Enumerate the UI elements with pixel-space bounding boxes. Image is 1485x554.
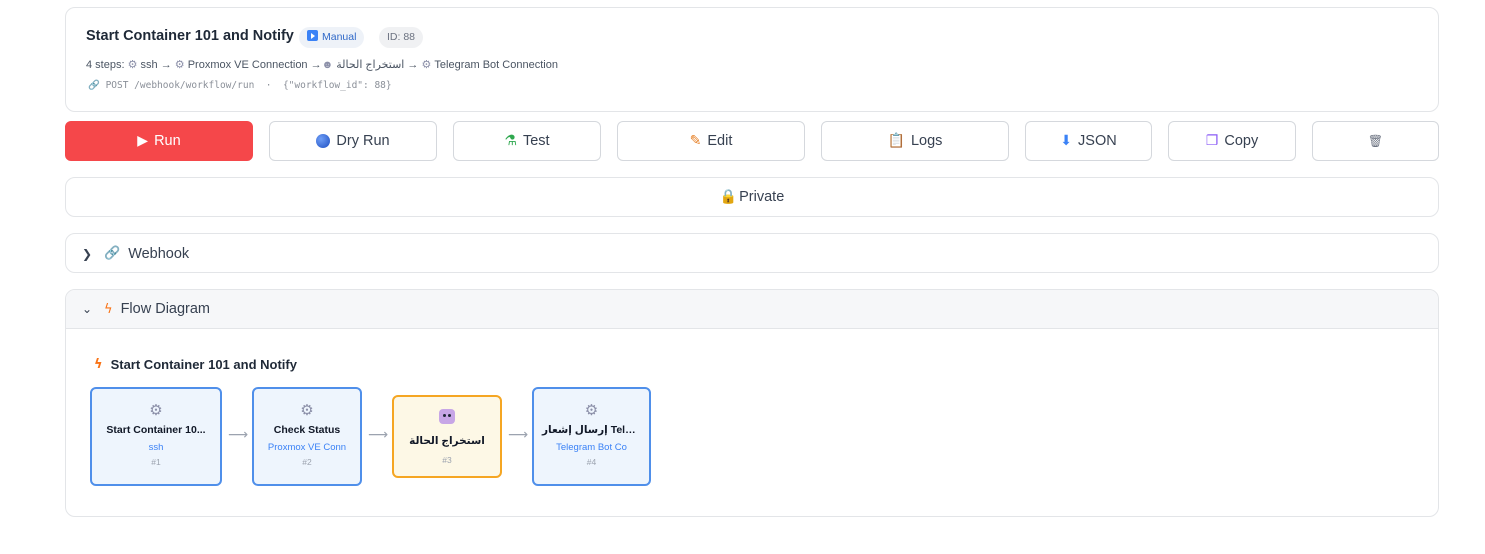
trigger-badge: Manual — [299, 27, 365, 48]
id-badge: ID: 88 — [379, 27, 424, 48]
diagram-title: ϟ Start Container 101 and Notify — [94, 357, 297, 372]
flow-diagram-accordion-header[interactable]: ⌄ ϟ Flow Diagram — [66, 290, 1438, 329]
copy-button[interactable]: ❐ Copy — [1168, 121, 1296, 161]
trash-icon: 🗑 — [1367, 134, 1384, 148]
flow-node-2[interactable]: ⚙ Check Status Proxmox VE Conn #2 — [252, 387, 362, 486]
gear-icon: ⚙ — [149, 401, 163, 419]
arrow-right-icon: ⟶ — [228, 427, 249, 443]
edit-button[interactable]: ✎ Edit — [617, 121, 805, 161]
logs-button-label: Logs — [910, 133, 943, 149]
json-button[interactable]: ⬇ JSON — [1025, 121, 1152, 161]
webhook-accordion-title: Webhook — [128, 245, 190, 262]
play-icon — [307, 30, 318, 41]
copy-icon: ❐ — [1205, 133, 1219, 149]
test-button[interactable]: ⚗ Test — [453, 121, 601, 161]
test-tube-icon: ⚗ — [504, 133, 517, 149]
arrow-right-icon: → — [160, 59, 172, 71]
gear-icon: ⚙ — [584, 401, 599, 419]
flow-node-3[interactable]: استخراج الحالة #3 — [392, 395, 502, 478]
workflow-header-card: Start Container 101 and Notify Manual ID… — [65, 7, 1439, 112]
node-name: Check Status — [273, 424, 341, 436]
download-icon: ⬇ — [1060, 133, 1073, 149]
robot-icon: ☻ — [321, 59, 334, 71]
endpoint-body: {"workflow_id": 88} — [282, 80, 392, 91]
flow-diagram-accordion: ⌄ ϟ Flow Diagram ϟ Start Container 101 a… — [65, 289, 1439, 517]
node-connection: ssh — [148, 442, 164, 453]
lightning-icon: ϟ — [104, 301, 113, 317]
diagram-title-text: Start Container 101 and Notify — [110, 357, 297, 372]
step-summary-2: Proxmox VE Connection — [187, 59, 308, 71]
node-name: إرسال إشعار Telegr... — [542, 424, 649, 436]
arrow-right-icon: → — [407, 59, 419, 71]
globe-icon — [316, 134, 331, 148]
arrow-right-icon: ⟶ — [368, 427, 389, 443]
trigger-badge-label: Manual — [322, 31, 357, 43]
step-summary-4: Telegram Bot Connection — [434, 59, 558, 71]
gear-icon: ⚙ — [174, 59, 185, 71]
test-button-label: Test — [522, 133, 550, 149]
step-summary-3: استخراج الحالة — [336, 59, 405, 71]
node-number: #4 — [586, 457, 597, 467]
link-icon: 🔗 — [88, 80, 100, 91]
edit-button-label: Edit — [707, 133, 733, 149]
copy-button-label: Copy — [1224, 133, 1259, 149]
node-number: #3 — [442, 455, 452, 465]
workflow-title: Start Container 101 and Notify — [86, 28, 294, 44]
logs-button[interactable]: 📋 Logs — [821, 121, 1009, 161]
pencil-icon: ✎ — [689, 133, 702, 149]
step-summary-1: ssh — [140, 59, 158, 71]
chevron-right-icon: ❯ — [82, 246, 93, 261]
run-button[interactable]: ▶ Run — [65, 121, 253, 161]
robot-icon — [439, 409, 455, 424]
node-connection: Telegram Bot Co — [556, 442, 627, 453]
flow-node-1[interactable]: ⚙ Start Container 10... ssh #1 — [90, 387, 222, 486]
play-icon: ▶ — [137, 133, 149, 149]
endpoint-method: POST /webhook/workflow/run — [105, 80, 255, 91]
arrow-right-icon: ⟶ — [508, 427, 529, 443]
lock-icon: 🔒 — [719, 189, 738, 205]
arrow-right-icon: → — [310, 59, 322, 71]
delete-button[interactable]: 🗑 — [1312, 121, 1439, 161]
endpoint-separator: · — [265, 80, 272, 91]
steps-count: 4 steps: — [86, 59, 125, 71]
node-name: Start Container 10... — [106, 424, 206, 436]
dry-run-button-label: Dry Run — [336, 133, 390, 149]
steps-summary: 4 steps: ⚙ ssh → ⚙ Proxmox VE Connection… — [86, 58, 558, 71]
flow-diagram-accordion-title: Flow Diagram — [120, 301, 211, 317]
link-icon: 🔗 — [104, 246, 121, 261]
webhook-accordion[interactable]: ❯ 🔗 Webhook — [65, 233, 1439, 273]
gear-icon: ⚙ — [421, 59, 432, 71]
visibility-label: Private — [739, 189, 785, 205]
node-number: #1 — [151, 457, 161, 467]
json-button-label: JSON — [1078, 133, 1117, 149]
webhook-endpoint: 🔗 POST /webhook/workflow/run · {"workflo… — [88, 80, 392, 91]
flow-node-4[interactable]: ⚙ إرسال إشعار Telegr... Telegram Bot Co … — [532, 387, 651, 486]
chevron-down-icon: ⌄ — [82, 302, 93, 316]
node-name: استخراج الحالة — [409, 435, 485, 447]
run-button-label: Run — [154, 133, 181, 149]
gear-icon: ⚙ — [127, 59, 138, 71]
clipboard-icon: 📋 — [887, 133, 905, 149]
lightning-icon: ϟ — [94, 357, 103, 372]
node-connection: Proxmox VE Conn — [267, 442, 347, 453]
node-number: #2 — [302, 457, 312, 467]
visibility-toggle[interactable]: 🔒 Private — [65, 177, 1439, 217]
dry-run-button[interactable]: Dry Run — [269, 121, 437, 161]
gear-icon: ⚙ — [300, 401, 314, 419]
webhook-accordion-header[interactable]: ❯ 🔗 Webhook — [66, 234, 1438, 273]
